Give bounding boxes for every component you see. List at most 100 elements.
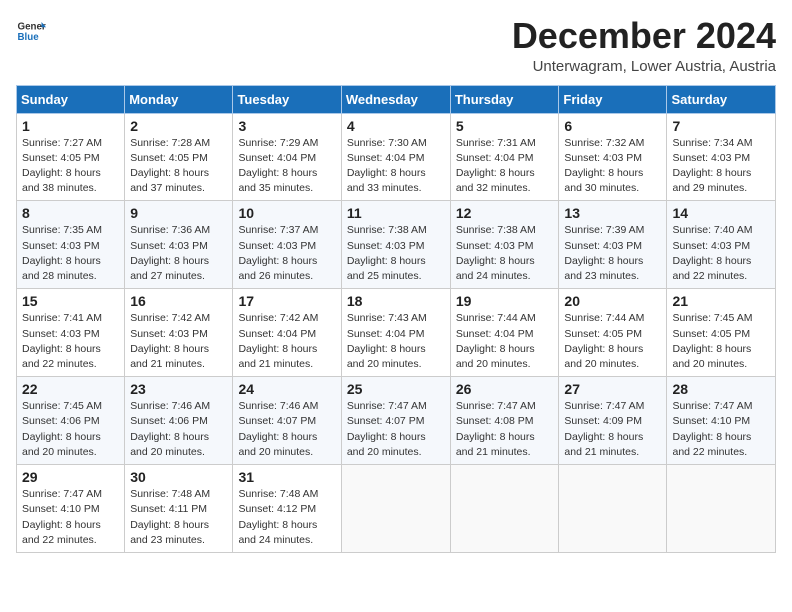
day-number: 12	[456, 205, 554, 221]
calendar-cell: 31 Sunrise: 7:48 AMSunset: 4:12 PMDaylig…	[233, 465, 341, 553]
calendar-cell: 17 Sunrise: 7:42 AMSunset: 4:04 PMDaylig…	[233, 289, 341, 377]
day-header-wednesday: Wednesday	[341, 85, 450, 113]
day-number: 14	[672, 205, 770, 221]
calendar-cell: 2 Sunrise: 7:28 AMSunset: 4:05 PMDayligh…	[125, 113, 233, 201]
day-info: Sunrise: 7:32 AMSunset: 4:03 PMDaylight:…	[564, 137, 644, 195]
calendar-row-5: 29 Sunrise: 7:47 AMSunset: 4:10 PMDaylig…	[17, 465, 776, 553]
calendar-cell	[667, 465, 776, 553]
logo: General Blue	[16, 16, 46, 46]
day-number: 19	[456, 293, 554, 309]
day-number: 30	[130, 469, 227, 485]
day-info: Sunrise: 7:44 AMSunset: 4:05 PMDaylight:…	[564, 312, 644, 370]
day-number: 7	[672, 118, 770, 134]
title-area: December 2024 Unterwagram, Lower Austria…	[512, 16, 776, 75]
calendar-row-3: 15 Sunrise: 7:41 AMSunset: 4:03 PMDaylig…	[17, 289, 776, 377]
calendar-cell: 30 Sunrise: 7:48 AMSunset: 4:11 PMDaylig…	[125, 465, 233, 553]
day-info: Sunrise: 7:40 AMSunset: 4:03 PMDaylight:…	[672, 224, 752, 282]
day-info: Sunrise: 7:28 AMSunset: 4:05 PMDaylight:…	[130, 137, 210, 195]
day-number: 11	[347, 205, 445, 221]
calendar-cell: 26 Sunrise: 7:47 AMSunset: 4:08 PMDaylig…	[450, 377, 559, 465]
day-number: 1	[22, 118, 119, 134]
calendar-cell: 13 Sunrise: 7:39 AMSunset: 4:03 PMDaylig…	[559, 201, 667, 289]
day-info: Sunrise: 7:41 AMSunset: 4:03 PMDaylight:…	[22, 312, 102, 370]
month-title: December 2024	[512, 16, 776, 56]
day-number: 24	[238, 381, 335, 397]
header: General Blue December 2024 Unterwagram, …	[16, 16, 776, 75]
day-number: 9	[130, 205, 227, 221]
location-title: Unterwagram, Lower Austria, Austria	[512, 58, 776, 75]
calendar-cell: 12 Sunrise: 7:38 AMSunset: 4:03 PMDaylig…	[450, 201, 559, 289]
calendar-cell: 21 Sunrise: 7:45 AMSunset: 4:05 PMDaylig…	[667, 289, 776, 377]
day-number: 23	[130, 381, 227, 397]
calendar-cell: 22 Sunrise: 7:45 AMSunset: 4:06 PMDaylig…	[17, 377, 125, 465]
day-number: 20	[564, 293, 661, 309]
calendar-cell: 29 Sunrise: 7:47 AMSunset: 4:10 PMDaylig…	[17, 465, 125, 553]
day-info: Sunrise: 7:37 AMSunset: 4:03 PMDaylight:…	[238, 224, 318, 282]
calendar-cell: 23 Sunrise: 7:46 AMSunset: 4:06 PMDaylig…	[125, 377, 233, 465]
day-number: 10	[238, 205, 335, 221]
day-info: Sunrise: 7:45 AMSunset: 4:06 PMDaylight:…	[22, 400, 102, 458]
calendar-cell: 28 Sunrise: 7:47 AMSunset: 4:10 PMDaylig…	[667, 377, 776, 465]
calendar: SundayMondayTuesdayWednesdayThursdayFrid…	[16, 85, 776, 553]
day-info: Sunrise: 7:39 AMSunset: 4:03 PMDaylight:…	[564, 224, 644, 282]
day-info: Sunrise: 7:27 AMSunset: 4:05 PMDaylight:…	[22, 137, 102, 195]
svg-text:Blue: Blue	[18, 32, 40, 43]
day-number: 22	[22, 381, 119, 397]
day-number: 3	[238, 118, 335, 134]
calendar-cell: 9 Sunrise: 7:36 AMSunset: 4:03 PMDayligh…	[125, 201, 233, 289]
day-number: 13	[564, 205, 661, 221]
calendar-cell: 4 Sunrise: 7:30 AMSunset: 4:04 PMDayligh…	[341, 113, 450, 201]
day-number: 2	[130, 118, 227, 134]
day-info: Sunrise: 7:34 AMSunset: 4:03 PMDaylight:…	[672, 137, 752, 195]
day-number: 27	[564, 381, 661, 397]
calendar-cell: 6 Sunrise: 7:32 AMSunset: 4:03 PMDayligh…	[559, 113, 667, 201]
calendar-row-2: 8 Sunrise: 7:35 AMSunset: 4:03 PMDayligh…	[17, 201, 776, 289]
day-info: Sunrise: 7:47 AMSunset: 4:08 PMDaylight:…	[456, 400, 536, 458]
day-info: Sunrise: 7:38 AMSunset: 4:03 PMDaylight:…	[347, 224, 427, 282]
calendar-cell: 8 Sunrise: 7:35 AMSunset: 4:03 PMDayligh…	[17, 201, 125, 289]
day-info: Sunrise: 7:38 AMSunset: 4:03 PMDaylight:…	[456, 224, 536, 282]
day-header-saturday: Saturday	[667, 85, 776, 113]
calendar-row-1: 1 Sunrise: 7:27 AMSunset: 4:05 PMDayligh…	[17, 113, 776, 201]
day-info: Sunrise: 7:36 AMSunset: 4:03 PMDaylight:…	[130, 224, 210, 282]
day-info: Sunrise: 7:48 AMSunset: 4:11 PMDaylight:…	[130, 488, 210, 546]
calendar-cell: 11 Sunrise: 7:38 AMSunset: 4:03 PMDaylig…	[341, 201, 450, 289]
calendar-cell: 19 Sunrise: 7:44 AMSunset: 4:04 PMDaylig…	[450, 289, 559, 377]
day-info: Sunrise: 7:45 AMSunset: 4:05 PMDaylight:…	[672, 312, 752, 370]
day-header-thursday: Thursday	[450, 85, 559, 113]
day-info: Sunrise: 7:47 AMSunset: 4:10 PMDaylight:…	[22, 488, 102, 546]
day-number: 29	[22, 469, 119, 485]
calendar-cell: 1 Sunrise: 7:27 AMSunset: 4:05 PMDayligh…	[17, 113, 125, 201]
day-number: 4	[347, 118, 445, 134]
calendar-cell: 15 Sunrise: 7:41 AMSunset: 4:03 PMDaylig…	[17, 289, 125, 377]
day-info: Sunrise: 7:42 AMSunset: 4:04 PMDaylight:…	[238, 312, 318, 370]
logo-icon: General Blue	[16, 16, 46, 46]
calendar-cell: 10 Sunrise: 7:37 AMSunset: 4:03 PMDaylig…	[233, 201, 341, 289]
day-number: 17	[238, 293, 335, 309]
day-header-sunday: Sunday	[17, 85, 125, 113]
day-number: 8	[22, 205, 119, 221]
day-info: Sunrise: 7:47 AMSunset: 4:07 PMDaylight:…	[347, 400, 427, 458]
day-info: Sunrise: 7:43 AMSunset: 4:04 PMDaylight:…	[347, 312, 427, 370]
day-number: 26	[456, 381, 554, 397]
calendar-row-4: 22 Sunrise: 7:45 AMSunset: 4:06 PMDaylig…	[17, 377, 776, 465]
day-info: Sunrise: 7:29 AMSunset: 4:04 PMDaylight:…	[238, 137, 318, 195]
calendar-cell: 3 Sunrise: 7:29 AMSunset: 4:04 PMDayligh…	[233, 113, 341, 201]
calendar-cell: 14 Sunrise: 7:40 AMSunset: 4:03 PMDaylig…	[667, 201, 776, 289]
day-info: Sunrise: 7:42 AMSunset: 4:03 PMDaylight:…	[130, 312, 210, 370]
calendar-cell: 5 Sunrise: 7:31 AMSunset: 4:04 PMDayligh…	[450, 113, 559, 201]
day-number: 18	[347, 293, 445, 309]
day-header-friday: Friday	[559, 85, 667, 113]
calendar-cell: 25 Sunrise: 7:47 AMSunset: 4:07 PMDaylig…	[341, 377, 450, 465]
day-number: 31	[238, 469, 335, 485]
day-number: 28	[672, 381, 770, 397]
day-number: 6	[564, 118, 661, 134]
calendar-cell: 24 Sunrise: 7:46 AMSunset: 4:07 PMDaylig…	[233, 377, 341, 465]
calendar-cell: 20 Sunrise: 7:44 AMSunset: 4:05 PMDaylig…	[559, 289, 667, 377]
calendar-cell: 7 Sunrise: 7:34 AMSunset: 4:03 PMDayligh…	[667, 113, 776, 201]
day-info: Sunrise: 7:46 AMSunset: 4:07 PMDaylight:…	[238, 400, 318, 458]
day-info: Sunrise: 7:35 AMSunset: 4:03 PMDaylight:…	[22, 224, 102, 282]
day-number: 5	[456, 118, 554, 134]
calendar-cell: 16 Sunrise: 7:42 AMSunset: 4:03 PMDaylig…	[125, 289, 233, 377]
day-info: Sunrise: 7:44 AMSunset: 4:04 PMDaylight:…	[456, 312, 536, 370]
